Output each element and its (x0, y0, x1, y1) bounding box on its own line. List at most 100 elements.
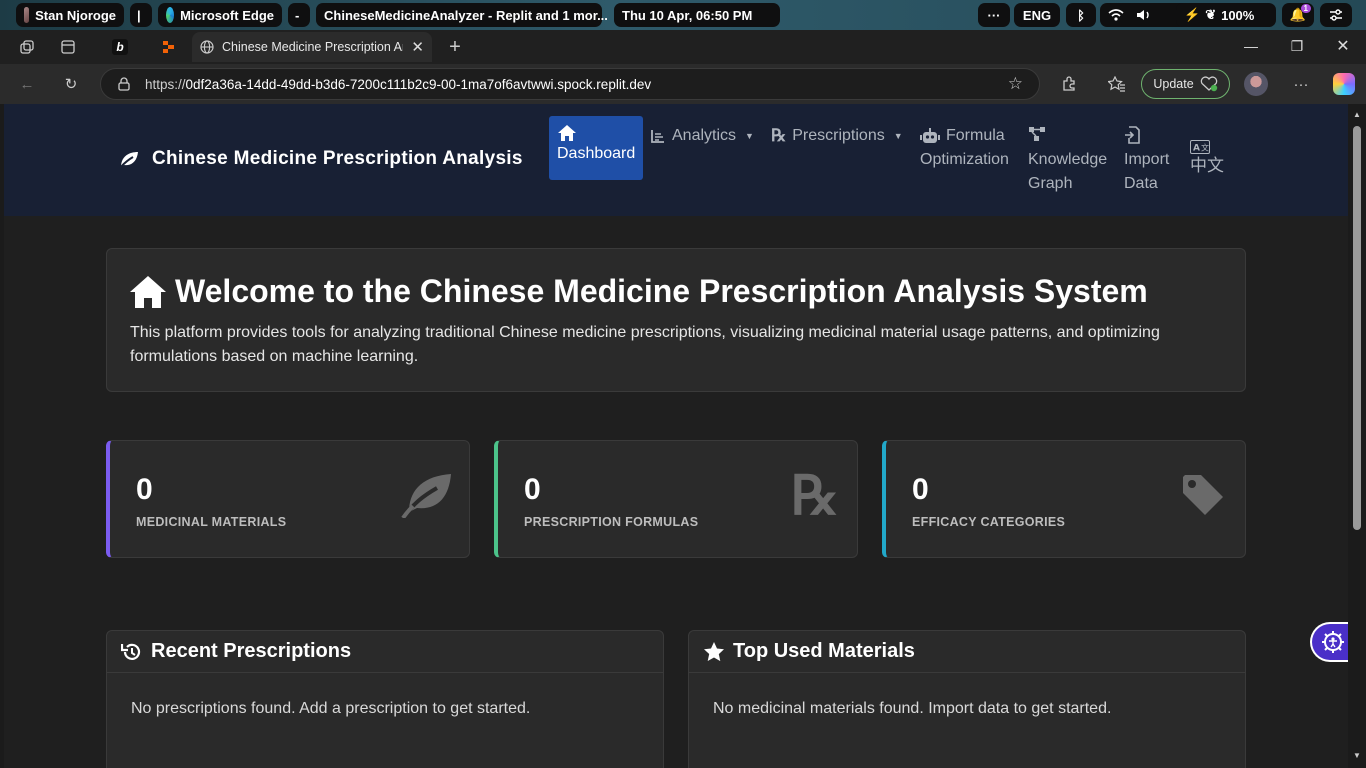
favorites-icon[interactable] (1106, 74, 1128, 94)
bluetooth-pill[interactable]: ᛒ (1066, 3, 1096, 27)
nav-analytics[interactable]: Analytics ▼ (650, 124, 754, 148)
charging-icon: ⚡ (1184, 7, 1201, 22)
home-icon (558, 125, 576, 141)
nav-prescriptions[interactable]: ℞ Prescriptions ▼ (771, 124, 903, 148)
url-field[interactable]: https://0df2a36a-14dd-49dd-b3d6-7200c111… (100, 68, 1040, 100)
accessibility-gear-icon (1322, 631, 1344, 653)
language-pill[interactable]: ENG (1014, 3, 1060, 27)
stat-label: PRESCRIPTION FORMULAS (524, 515, 699, 529)
panel-empty-text: No medicinal materials found. Import dat… (713, 700, 1112, 717)
nav-formula-label-2: Optimization (920, 151, 1009, 168)
app-navbar: Chinese Medicine Prescription Analysis D… (4, 104, 1348, 216)
extensions-icon[interactable] (1058, 74, 1080, 94)
scrollbar-thumb[interactable] (1353, 126, 1361, 530)
tab-actions-icon[interactable] (57, 37, 79, 57)
os-taskbar: Stan Njoroge | Microsoft Edge - ChineseM… (0, 0, 1366, 30)
url-prefix: https:// (145, 76, 186, 92)
nav-language-label: 中文 (1190, 156, 1224, 175)
nav-knowledge-label-2: Graph (1028, 175, 1073, 192)
new-tab-icon[interactable]: + (444, 36, 466, 58)
prescription-icon: ℞ (771, 126, 787, 145)
navbar-brand[interactable]: Chinese Medicine Prescription Analysis (118, 148, 523, 170)
tab-close-icon[interactable]: ✕ (411, 38, 424, 56)
welcome-heading: Welcome to the Chinese Medicine Prescrip… (129, 273, 1148, 310)
minimize-icon[interactable]: — (1239, 36, 1263, 56)
address-bar-row: ← ↻ https://0df2a36a-14dd-49dd-b3d6-7200… (0, 64, 1366, 104)
edge-app-pill[interactable]: Microsoft Edge (158, 3, 282, 27)
profile-avatar[interactable] (1244, 72, 1268, 96)
site-info-icon[interactable] (117, 77, 131, 91)
nav-prescriptions-label: Prescriptions (792, 127, 885, 144)
nav-language[interactable]: A文 中文 (1190, 140, 1224, 178)
stat-value: 0 (136, 473, 153, 506)
tab-active[interactable]: Chinese Medicine Prescription An ✕ (192, 32, 432, 62)
notifications-pill[interactable]: 🔔 1 (1282, 3, 1314, 27)
refresh-icon[interactable]: ↻ (60, 74, 82, 94)
back-icon[interactable]: ← (16, 74, 38, 94)
leaf-saver-icon: ❦ (1205, 7, 1217, 22)
overflow-pill[interactable]: ··· (978, 3, 1010, 27)
panel-header: Recent Prescriptions (107, 631, 663, 673)
page-viewport: Chinese Medicine Prescription Analysis D… (4, 104, 1348, 768)
page-scrollbar[interactable]: ▲ ▼ (1348, 104, 1366, 768)
prescription-icon: ℞ (790, 465, 840, 526)
chevron-down-icon: ▼ (745, 131, 754, 141)
panel-title: Recent Prescriptions (151, 640, 352, 662)
language-label: ENG (1022, 7, 1052, 23)
welcome-title: Welcome to the Chinese Medicine Prescrip… (175, 273, 1148, 309)
nav-knowledge-label-1: Knowledge (1028, 151, 1108, 168)
stat-label: MEDICINAL MATERIALS (136, 515, 287, 529)
nav-formula-label-1: Formula (946, 127, 1005, 144)
leaf-icon (401, 469, 453, 521)
panel-title: Top Used Materials (733, 640, 915, 662)
project-diagram-icon (1029, 127, 1045, 141)
separator-pill: | (130, 3, 152, 27)
replit-tab-icon[interactable] (158, 37, 180, 57)
quick-settings-pill[interactable] (1320, 3, 1352, 27)
scroll-down-icon[interactable]: ▼ (1353, 751, 1361, 760)
maximize-icon[interactable]: ❐ (1285, 36, 1309, 56)
welcome-card: Welcome to the Chinese Medicine Prescrip… (106, 248, 1246, 392)
dash-pill: - (288, 3, 310, 27)
battery-level: 100% (1221, 7, 1255, 23)
window-title: ChineseMedicineAnalyzer - Replit and 1 m… (324, 7, 608, 23)
stat-card-formulas: 0 PRESCRIPTION FORMULAS ℞ (494, 440, 858, 558)
bing-tab-icon[interactable]: b (109, 37, 131, 57)
brand-title: Chinese Medicine Prescription Analysis (152, 148, 523, 169)
notification-badge: 1 (1300, 4, 1311, 13)
stat-value: 0 (912, 473, 929, 506)
user-name: Stan Njoroge (35, 7, 116, 23)
edge-icon (166, 7, 175, 23)
volume-icon (1137, 10, 1149, 20)
close-window-icon[interactable]: ✕ (1331, 36, 1355, 56)
chevron-down-icon: ▼ (893, 131, 903, 141)
nav-dashboard[interactable]: Dashboard (549, 116, 643, 180)
accessibility-widget-button[interactable] (1310, 622, 1348, 662)
leaf-icon (119, 152, 138, 169)
datetime-pill[interactable]: Thu 10 Apr, 06:50 PM (614, 3, 780, 27)
settings-more-icon[interactable]: ··· (1290, 74, 1312, 94)
scroll-up-icon[interactable]: ▲ (1353, 110, 1361, 119)
tag-icon (1177, 469, 1229, 521)
copilot-icon[interactable] (1333, 73, 1355, 95)
robot-icon (920, 128, 940, 143)
update-label: Update (1153, 77, 1194, 91)
update-button[interactable]: Update (1141, 69, 1230, 99)
update-heart-icon (1200, 76, 1217, 92)
nav-formula-optimization[interactable]: Formula Optimization (920, 124, 1009, 172)
stat-value: 0 (524, 473, 541, 506)
svg-text:文: 文 (1201, 143, 1209, 153)
user-pill[interactable]: Stan Njoroge (16, 3, 124, 27)
window-title-pill[interactable]: ChineseMedicineAnalyzer - Replit and 1 m… (316, 3, 608, 27)
stat-card-efficacy: 0 EFFICACY CATEGORIES (882, 440, 1246, 558)
nav-knowledge-graph[interactable]: Knowledge Graph (1028, 124, 1107, 196)
star-icon (704, 641, 724, 661)
favorite-star-icon[interactable]: ☆ (1008, 74, 1023, 94)
more-icon: ··· (987, 7, 1001, 23)
welcome-description: This platform provides tools for analyzi… (130, 324, 1160, 365)
nav-import-data[interactable]: Import Data (1124, 124, 1169, 196)
svg-text:A: A (1193, 144, 1200, 154)
battery-pill[interactable]: ⚡ ❦ 100% (1176, 3, 1276, 27)
chart-line-icon (651, 130, 664, 143)
workspaces-icon[interactable] (16, 37, 38, 57)
